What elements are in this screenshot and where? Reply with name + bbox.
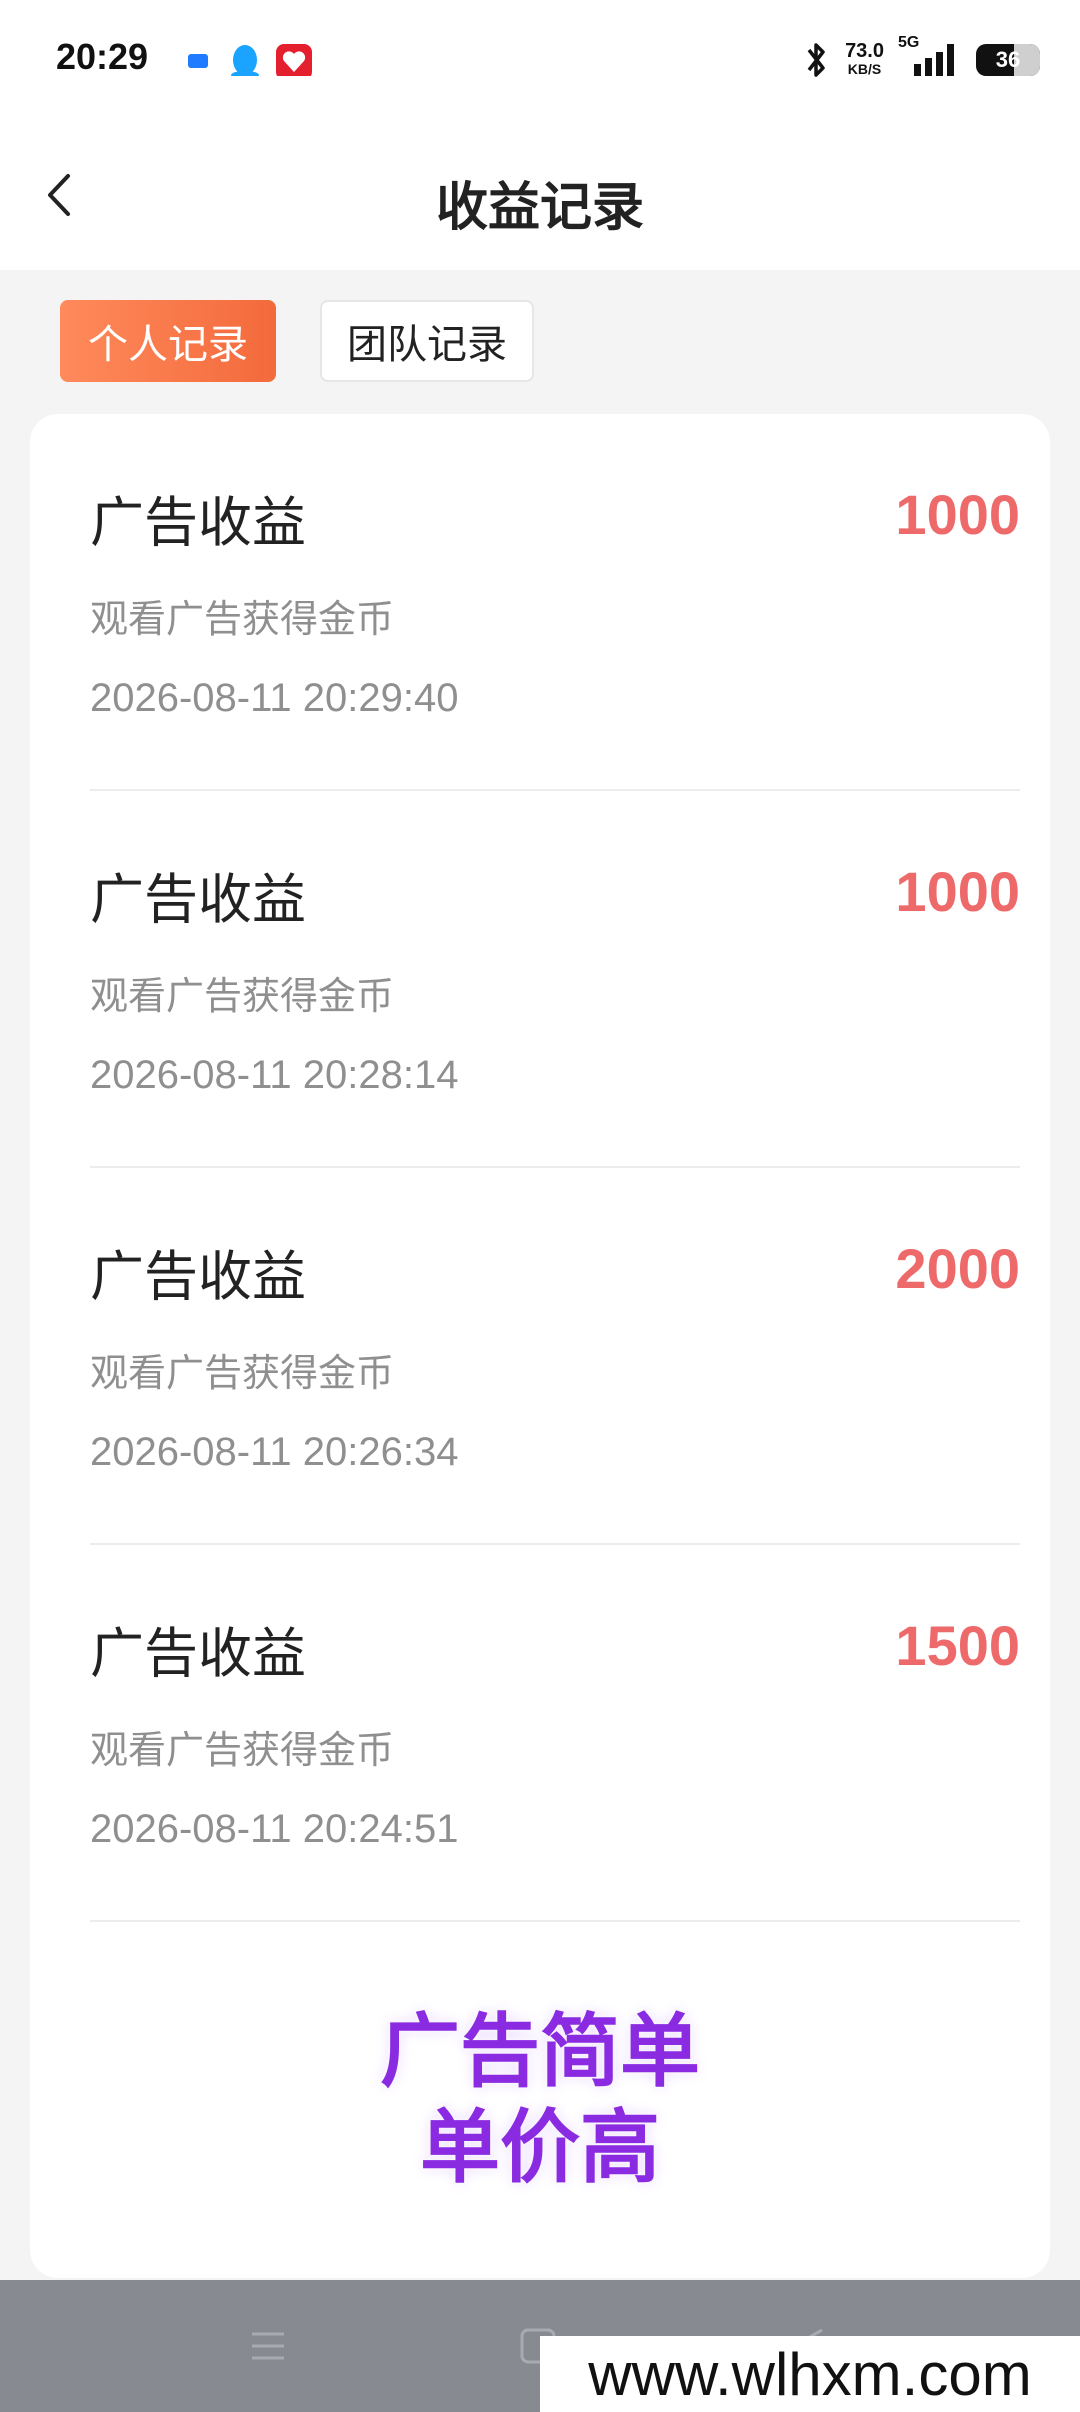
record-amount: 1500 xyxy=(895,1614,1020,1677)
record-tabs: 个人记录 团队记录 xyxy=(60,300,534,382)
tab-personal-records[interactable]: 个人记录 xyxy=(60,300,276,382)
signal-indicator: 5G xyxy=(898,34,962,80)
records-card: 广告收益 1000 观看广告获得金币 2026-08-11 20:29:40 广… xyxy=(30,414,1050,2278)
record-title: 广告收益 xyxy=(90,491,306,554)
record-title: 广告收益 xyxy=(90,1245,306,1308)
header-bar: 收益记录 xyxy=(0,120,1080,270)
promo-line-2: 单价高 xyxy=(420,2101,660,2194)
tab-team-records[interactable]: 团队记录 xyxy=(320,300,534,382)
bluetooth-icon xyxy=(807,43,825,77)
record-title: 广告收益 xyxy=(90,868,306,931)
net-speed-unit: KB/S xyxy=(847,61,882,77)
menu-icon[interactable] xyxy=(246,2324,290,2368)
record-time: 2026-08-11 20:24:51 xyxy=(90,1807,459,1851)
net-speed-value: 73.0 xyxy=(845,40,884,62)
battery-icon: 36 xyxy=(976,44,1040,76)
net-speed: 73.0 KB/S xyxy=(845,40,884,78)
network-type: 5G xyxy=(898,34,920,51)
record-item[interactable]: 广告收益 1000 观看广告获得金币 2026-08-11 20:29:40 xyxy=(90,414,1020,791)
record-time: 2026-08-11 20:29:40 xyxy=(90,676,459,720)
battery-level: 36 xyxy=(995,47,1021,72)
status-time: 20:29 xyxy=(56,36,149,77)
record-amount: 1000 xyxy=(895,483,1020,546)
record-time: 2026-08-11 20:26:34 xyxy=(90,1430,459,1474)
record-description: 观看广告获得金币 xyxy=(90,1351,395,1395)
record-description: 观看广告获得金币 xyxy=(90,974,395,1018)
promo-line-1: 广告简单 xyxy=(380,2005,700,2098)
page-title: 收益记录 xyxy=(435,178,644,238)
message-app-icon xyxy=(188,54,208,68)
record-amount: 2000 xyxy=(895,1237,1020,1300)
record-title: 广告收益 xyxy=(90,1622,306,1685)
record-description: 观看广告获得金币 xyxy=(90,597,395,641)
status-bar: 20:29 73.0 KB/S 5G 36 xyxy=(0,0,1080,120)
record-time: 2026-08-11 20:28:14 xyxy=(90,1053,459,1097)
record-item[interactable]: 广告收益 1000 观看广告获得金币 2026-08-11 20:28:14 xyxy=(90,791,1020,1168)
status-right: 73.0 KB/S 5G 36 xyxy=(801,34,1040,84)
record-description: 观看广告获得金币 xyxy=(90,1728,395,1772)
promo-overlay-text: 广告简单 单价高 xyxy=(30,2004,1050,2196)
record-amount: 1000 xyxy=(895,860,1020,923)
record-item[interactable]: 广告收益 2000 观看广告获得金币 2026-08-11 20:26:34 xyxy=(90,1168,1020,1545)
record-item[interactable]: 广告收益 1500 观看广告获得金币 2026-08-11 20:24:51 xyxy=(90,1545,1020,1922)
qq-icon xyxy=(231,45,259,76)
app-red-icon xyxy=(276,44,312,76)
watermark-text: www.wlhxm.com xyxy=(540,2336,1080,2412)
